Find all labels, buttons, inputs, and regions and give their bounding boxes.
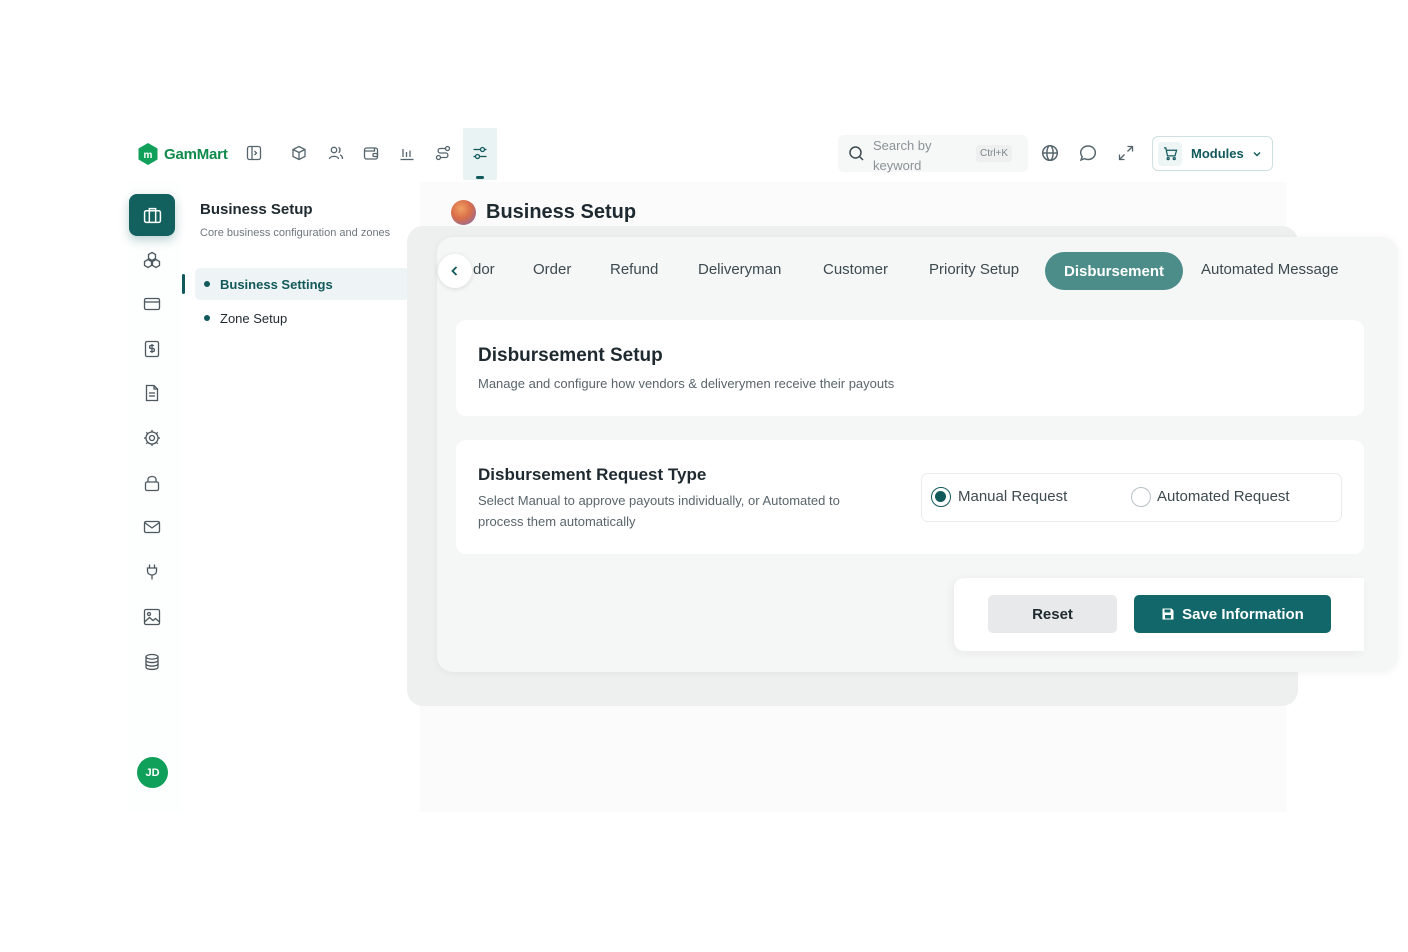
tabs-scroll-left-button[interactable] [438, 254, 472, 288]
modules-label: Modules [1191, 146, 1244, 161]
wallet-icon[interactable] [360, 142, 382, 164]
sub-sidebar-title: Business Setup [200, 201, 313, 218]
avatar[interactable]: JD [137, 757, 168, 788]
automated-request-radio[interactable] [1131, 487, 1151, 507]
business-setup-emoji-icon [451, 200, 476, 225]
disbursement-setup-card [456, 320, 1364, 416]
active-top-nav-indicator [476, 176, 484, 179]
gear-icon[interactable] [141, 427, 163, 449]
business-icon [143, 207, 161, 223]
tab-priority-setup[interactable]: Priority Setup [929, 259, 1019, 281]
manual-request-label[interactable]: Manual Request [958, 487, 1067, 507]
mail-icon[interactable] [141, 516, 163, 538]
sub-sidebar-item-label: Zone Setup [220, 310, 288, 326]
search-input-placeholder[interactable]: Search by keyword [873, 136, 953, 176]
request-type-description-line2: process them automatically [478, 514, 636, 529]
logo-mark-icon: m [138, 143, 158, 165]
save-icon [1162, 608, 1174, 620]
tab-vendor[interactable]: dor [473, 259, 495, 281]
lock-icon[interactable] [141, 472, 163, 494]
modules-icon[interactable] [141, 249, 163, 271]
sub-sidebar-item-business-settings[interactable]: Business Settings [204, 274, 333, 294]
fullscreen-icon[interactable] [1115, 142, 1137, 164]
chevron-down-icon [1253, 151, 1261, 156]
tab-refund[interactable]: Refund [610, 259, 658, 281]
tab-disbursement[interactable]: Disbursement [1045, 252, 1183, 290]
image-icon[interactable] [141, 606, 163, 628]
manual-request-radio[interactable] [931, 487, 951, 507]
bar-chart-icon[interactable] [396, 142, 418, 164]
dollar-icon[interactable] [141, 338, 163, 360]
route-icon[interactable] [432, 142, 454, 164]
page-title: Business Setup [486, 201, 637, 223]
save-button-label: Save Information [1182, 605, 1304, 623]
setup-card-title: Disbursement Setup [478, 345, 663, 366]
sub-sidebar-item-label: Business Settings [220, 276, 333, 292]
users-icon[interactable] [325, 142, 347, 164]
globe-icon[interactable] [1039, 142, 1061, 164]
bullet-icon [204, 281, 210, 287]
chat-icon[interactable] [1077, 142, 1099, 164]
search-shortcut-badge: Ctrl+K [976, 145, 1013, 162]
document-icon[interactable] [141, 382, 163, 404]
setup-card-description: Manage and configure how vendors & deliv… [478, 376, 895, 391]
left-rail [128, 182, 182, 812]
request-type-description-line1: Select Manual to approve payouts individ… [478, 493, 840, 508]
tab-order[interactable]: Order [533, 259, 571, 281]
active-item-indicator [182, 274, 185, 294]
bullet-icon [204, 315, 210, 321]
svg-text:m: m [144, 150, 153, 161]
request-type-title: Disbursement Request Type [478, 465, 707, 484]
database-icon[interactable] [141, 651, 163, 673]
rail-item-business[interactable] [129, 194, 175, 236]
card-icon[interactable] [141, 293, 163, 315]
search-icon [849, 146, 864, 161]
package-icon[interactable] [288, 142, 310, 164]
settings-sliders-icon[interactable] [469, 142, 491, 164]
sub-sidebar-item-zone-setup[interactable]: Zone Setup [204, 308, 287, 328]
tab-deliveryman[interactable]: Deliveryman [698, 259, 781, 281]
cart-icon [1158, 141, 1182, 166]
brand-logo[interactable]: m GamMart [137, 141, 228, 167]
tab-automated-message[interactable]: Automated Message [1201, 259, 1339, 281]
save-information-button[interactable]: Save Information [1134, 595, 1331, 633]
sub-sidebar-caption: Core business configuration and zones [200, 227, 391, 239]
brand-name: GamMart [164, 145, 228, 163]
modules-button[interactable]: Modules [1152, 136, 1273, 171]
plug-icon[interactable] [141, 561, 163, 583]
sidebar-toggle-icon[interactable] [243, 142, 265, 164]
tab-customer[interactable]: Customer [823, 259, 888, 281]
chevron-left-icon [451, 266, 458, 276]
automated-request-label[interactable]: Automated Request [1157, 487, 1290, 507]
reset-button[interactable]: Reset [988, 595, 1117, 633]
